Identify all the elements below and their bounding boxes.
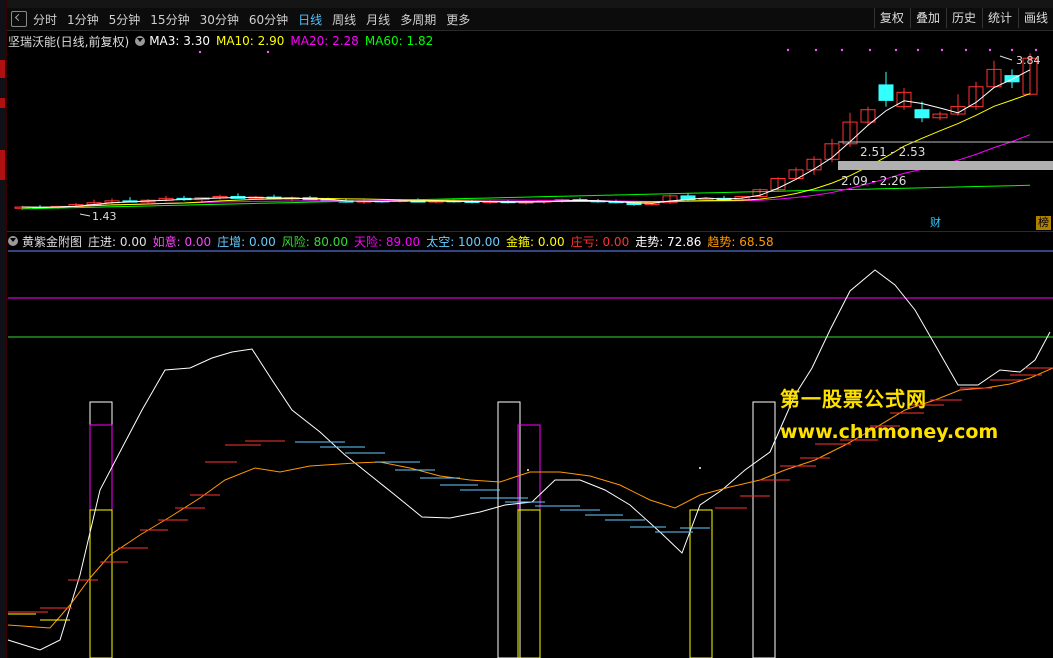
range-band: [838, 161, 1053, 170]
signal-bar-yellow: [89, 509, 113, 658]
watermark-url: www.chnmoney.com: [780, 421, 999, 443]
candle-body: [878, 84, 894, 101]
signal-dot: [1034, 48, 1038, 52]
signal-bar-magenta: [89, 424, 113, 658]
trend-line-zoushi: [7, 269, 1051, 651]
signal-dot-white: [699, 467, 701, 469]
signal-dot: [940, 48, 944, 52]
signal-dot-white: [527, 469, 529, 471]
signal-dot: [266, 50, 270, 54]
range-label: 2.51 - 2.53: [860, 145, 925, 159]
signal-dot: [988, 48, 992, 52]
signal-bar-yellow: [517, 509, 541, 658]
signal-dot: [1010, 48, 1014, 52]
signal-dot: [814, 48, 818, 52]
signal-dot: [840, 48, 844, 52]
low-price-label: 1.43: [92, 210, 117, 223]
signal-dot: [868, 48, 872, 52]
finance-badge[interactable]: 财: [928, 216, 943, 230]
signal-bar-yellow: [689, 509, 713, 658]
ranking-badge[interactable]: 榜: [1036, 216, 1051, 230]
signal-bar-white: [89, 401, 113, 658]
kline-chart[interactable]: 3.84 1.43 2.51 - 2.53 2.09 - 2.26: [0, 0, 1053, 658]
signal-dot: [894, 48, 898, 52]
signal-dot: [198, 50, 202, 54]
signal-dot: [916, 48, 920, 52]
high-price-label: 3.84: [1016, 54, 1041, 67]
signal-bar-magenta: [517, 424, 541, 658]
candle-body: [914, 109, 930, 119]
range-label: 2.09 - 2.26: [841, 174, 906, 188]
ma60-line: [21, 184, 1031, 210]
signal-bar-white: [497, 401, 521, 658]
watermark-title: 第一股票公式网: [780, 387, 927, 411]
low-pointer: [79, 213, 91, 217]
high-pointer: [999, 55, 1013, 61]
signal-bar-white: [752, 401, 776, 658]
signal-dot: [964, 48, 968, 52]
signal-dot: [786, 48, 790, 52]
